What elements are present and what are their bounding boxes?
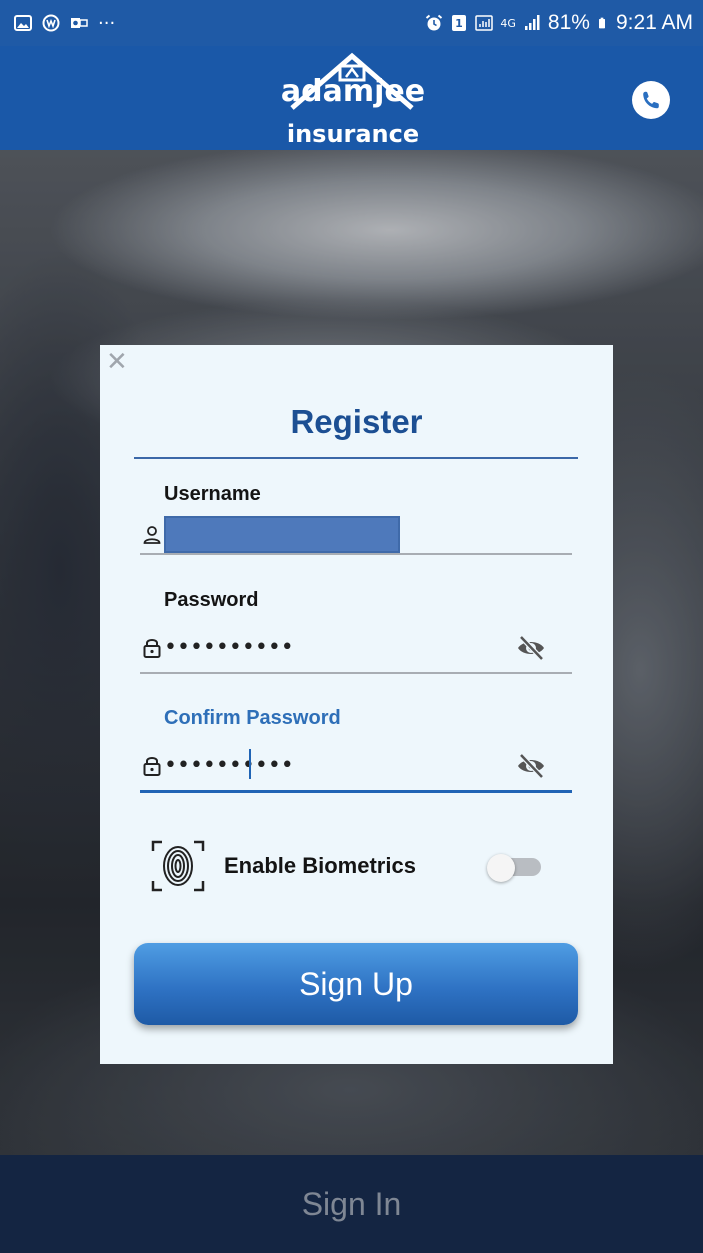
network-type: 4G bbox=[500, 16, 516, 30]
close-icon[interactable]: ✕ bbox=[106, 349, 128, 375]
alarm-icon bbox=[426, 14, 443, 31]
confirm-password-input[interactable]: •••••••••• bbox=[164, 753, 294, 778]
status-bar-right: 1 4G 81% 9:21 AM bbox=[425, 11, 693, 35]
gallery-icon bbox=[14, 15, 32, 31]
toggle-knob bbox=[487, 854, 515, 882]
biometrics-toggle[interactable] bbox=[487, 854, 543, 882]
password-input[interactable]: •••••••••• bbox=[164, 635, 294, 660]
status-bar: ··· 1 4G 81% 9:21 AM bbox=[0, 0, 703, 46]
svg-text:1: 1 bbox=[456, 17, 464, 30]
sign-in-label: Sign In bbox=[301, 1185, 402, 1222]
user-icon bbox=[143, 526, 161, 544]
password-underline bbox=[140, 672, 572, 674]
title-divider bbox=[134, 457, 578, 459]
sim-icon: 1 bbox=[452, 15, 467, 31]
status-bar-left: ··· bbox=[14, 13, 115, 34]
text-cursor bbox=[249, 749, 251, 779]
call-button[interactable] bbox=[632, 81, 670, 119]
outlook-icon bbox=[71, 18, 88, 28]
password-label: Password bbox=[164, 589, 259, 611]
adamjee-logo: adamjee insurance bbox=[280, 52, 428, 148]
eye-off-icon[interactable] bbox=[516, 633, 546, 663]
fingerprint-icon bbox=[151, 840, 205, 892]
logo-wordmark: adamjee bbox=[280, 74, 426, 109]
sign-up-label: Sign Up bbox=[299, 965, 413, 1002]
confirm-password-underline bbox=[140, 790, 572, 793]
eye-off-icon[interactable] bbox=[516, 751, 546, 781]
dialog-title: Register bbox=[290, 403, 423, 440]
whatsapp-icon bbox=[42, 14, 60, 32]
username-underline bbox=[140, 553, 572, 555]
signal-icon bbox=[524, 15, 540, 30]
sign-up-button[interactable]: Sign Up bbox=[134, 943, 578, 1025]
sign-in-button[interactable]: Sign In bbox=[0, 1155, 703, 1253]
username-label: Username bbox=[164, 483, 261, 505]
lock-icon bbox=[143, 757, 161, 776]
data-saver-icon bbox=[475, 15, 494, 31]
more-notifications: ··· bbox=[98, 12, 116, 34]
confirm-password-label: Confirm Password bbox=[164, 707, 341, 729]
clock: 9:21 AM bbox=[615, 11, 693, 34]
lock-icon bbox=[143, 639, 161, 658]
phone-icon bbox=[643, 91, 659, 109]
logo-subtitle: insurance bbox=[286, 120, 420, 148]
battery-percent: 81% bbox=[547, 11, 590, 34]
app-header: adamjee insurance bbox=[0, 46, 703, 150]
biometrics-label: Enable Biometrics bbox=[224, 853, 416, 878]
username-input[interactable] bbox=[164, 516, 400, 553]
battery-icon bbox=[598, 17, 605, 29]
register-dialog: ✕ Register Username Password •••••••••• … bbox=[100, 345, 613, 1064]
